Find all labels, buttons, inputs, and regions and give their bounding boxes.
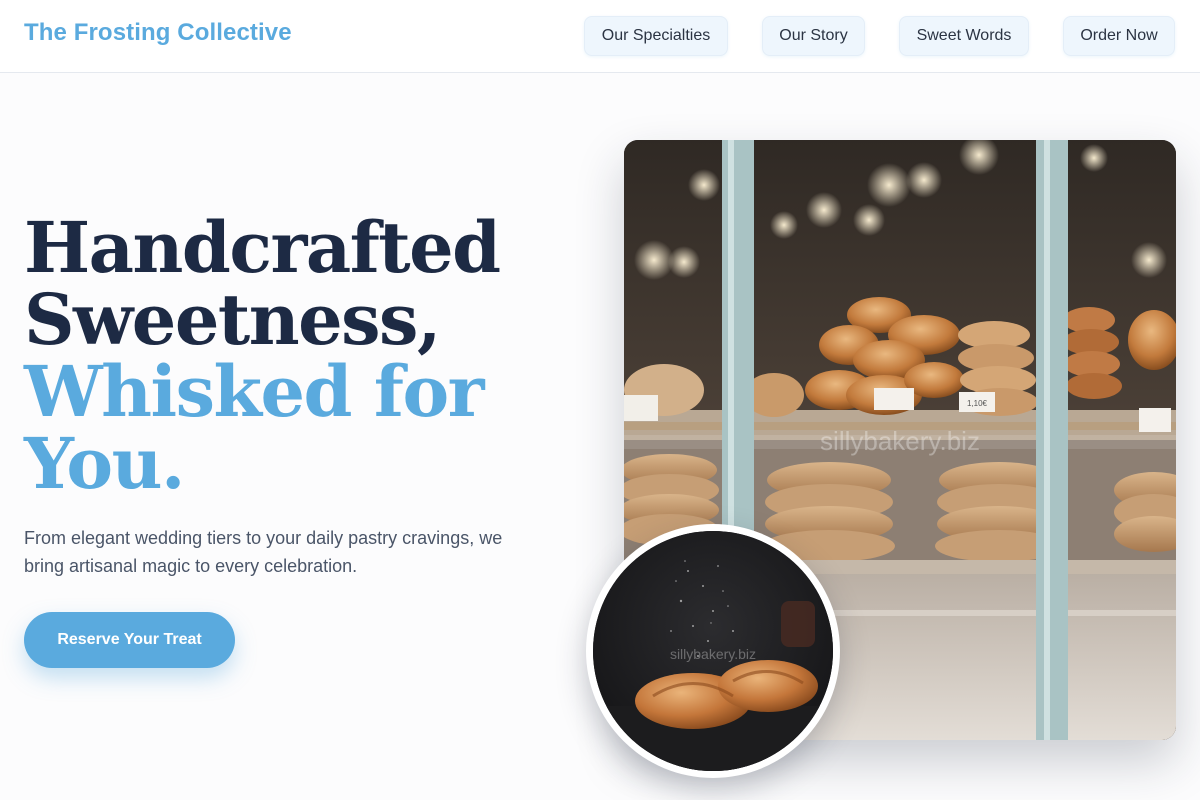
croissant-photo-frame: sillybakery.biz [586, 524, 840, 778]
circle-photo-watermark: sillybakery.biz [670, 646, 756, 662]
reserve-treat-button[interactable]: Reserve Your Treat [24, 612, 235, 668]
brand-logo[interactable]: The Frosting Collective [24, 19, 292, 47]
headline-line-2: Sweetness, [24, 278, 441, 361]
croissant-image: sillybakery.biz [593, 531, 833, 771]
headline-accent-line-1: Whisked for [24, 350, 485, 433]
price-tag: 1,10€ [967, 399, 988, 408]
nav-order-now[interactable]: Order Now [1063, 16, 1175, 56]
nav-sweet-words[interactable]: Sweet Words [899, 16, 1029, 56]
hero-headline: Handcrafted Sweetness, Whisked for You. [24, 212, 564, 500]
site-header: The Frosting Collective Our Specialties … [0, 0, 1200, 73]
nav-our-specialties[interactable]: Our Specialties [584, 16, 728, 56]
hero-subtitle: From elegant wedding tiers to your daily… [24, 528, 503, 576]
main-photo-watermark: sillybakery.biz [820, 426, 980, 456]
nav-our-story[interactable]: Our Story [762, 16, 865, 56]
headline-line-1: Handcrafted [24, 206, 501, 289]
headline-accent-line-2: You. [24, 422, 185, 505]
